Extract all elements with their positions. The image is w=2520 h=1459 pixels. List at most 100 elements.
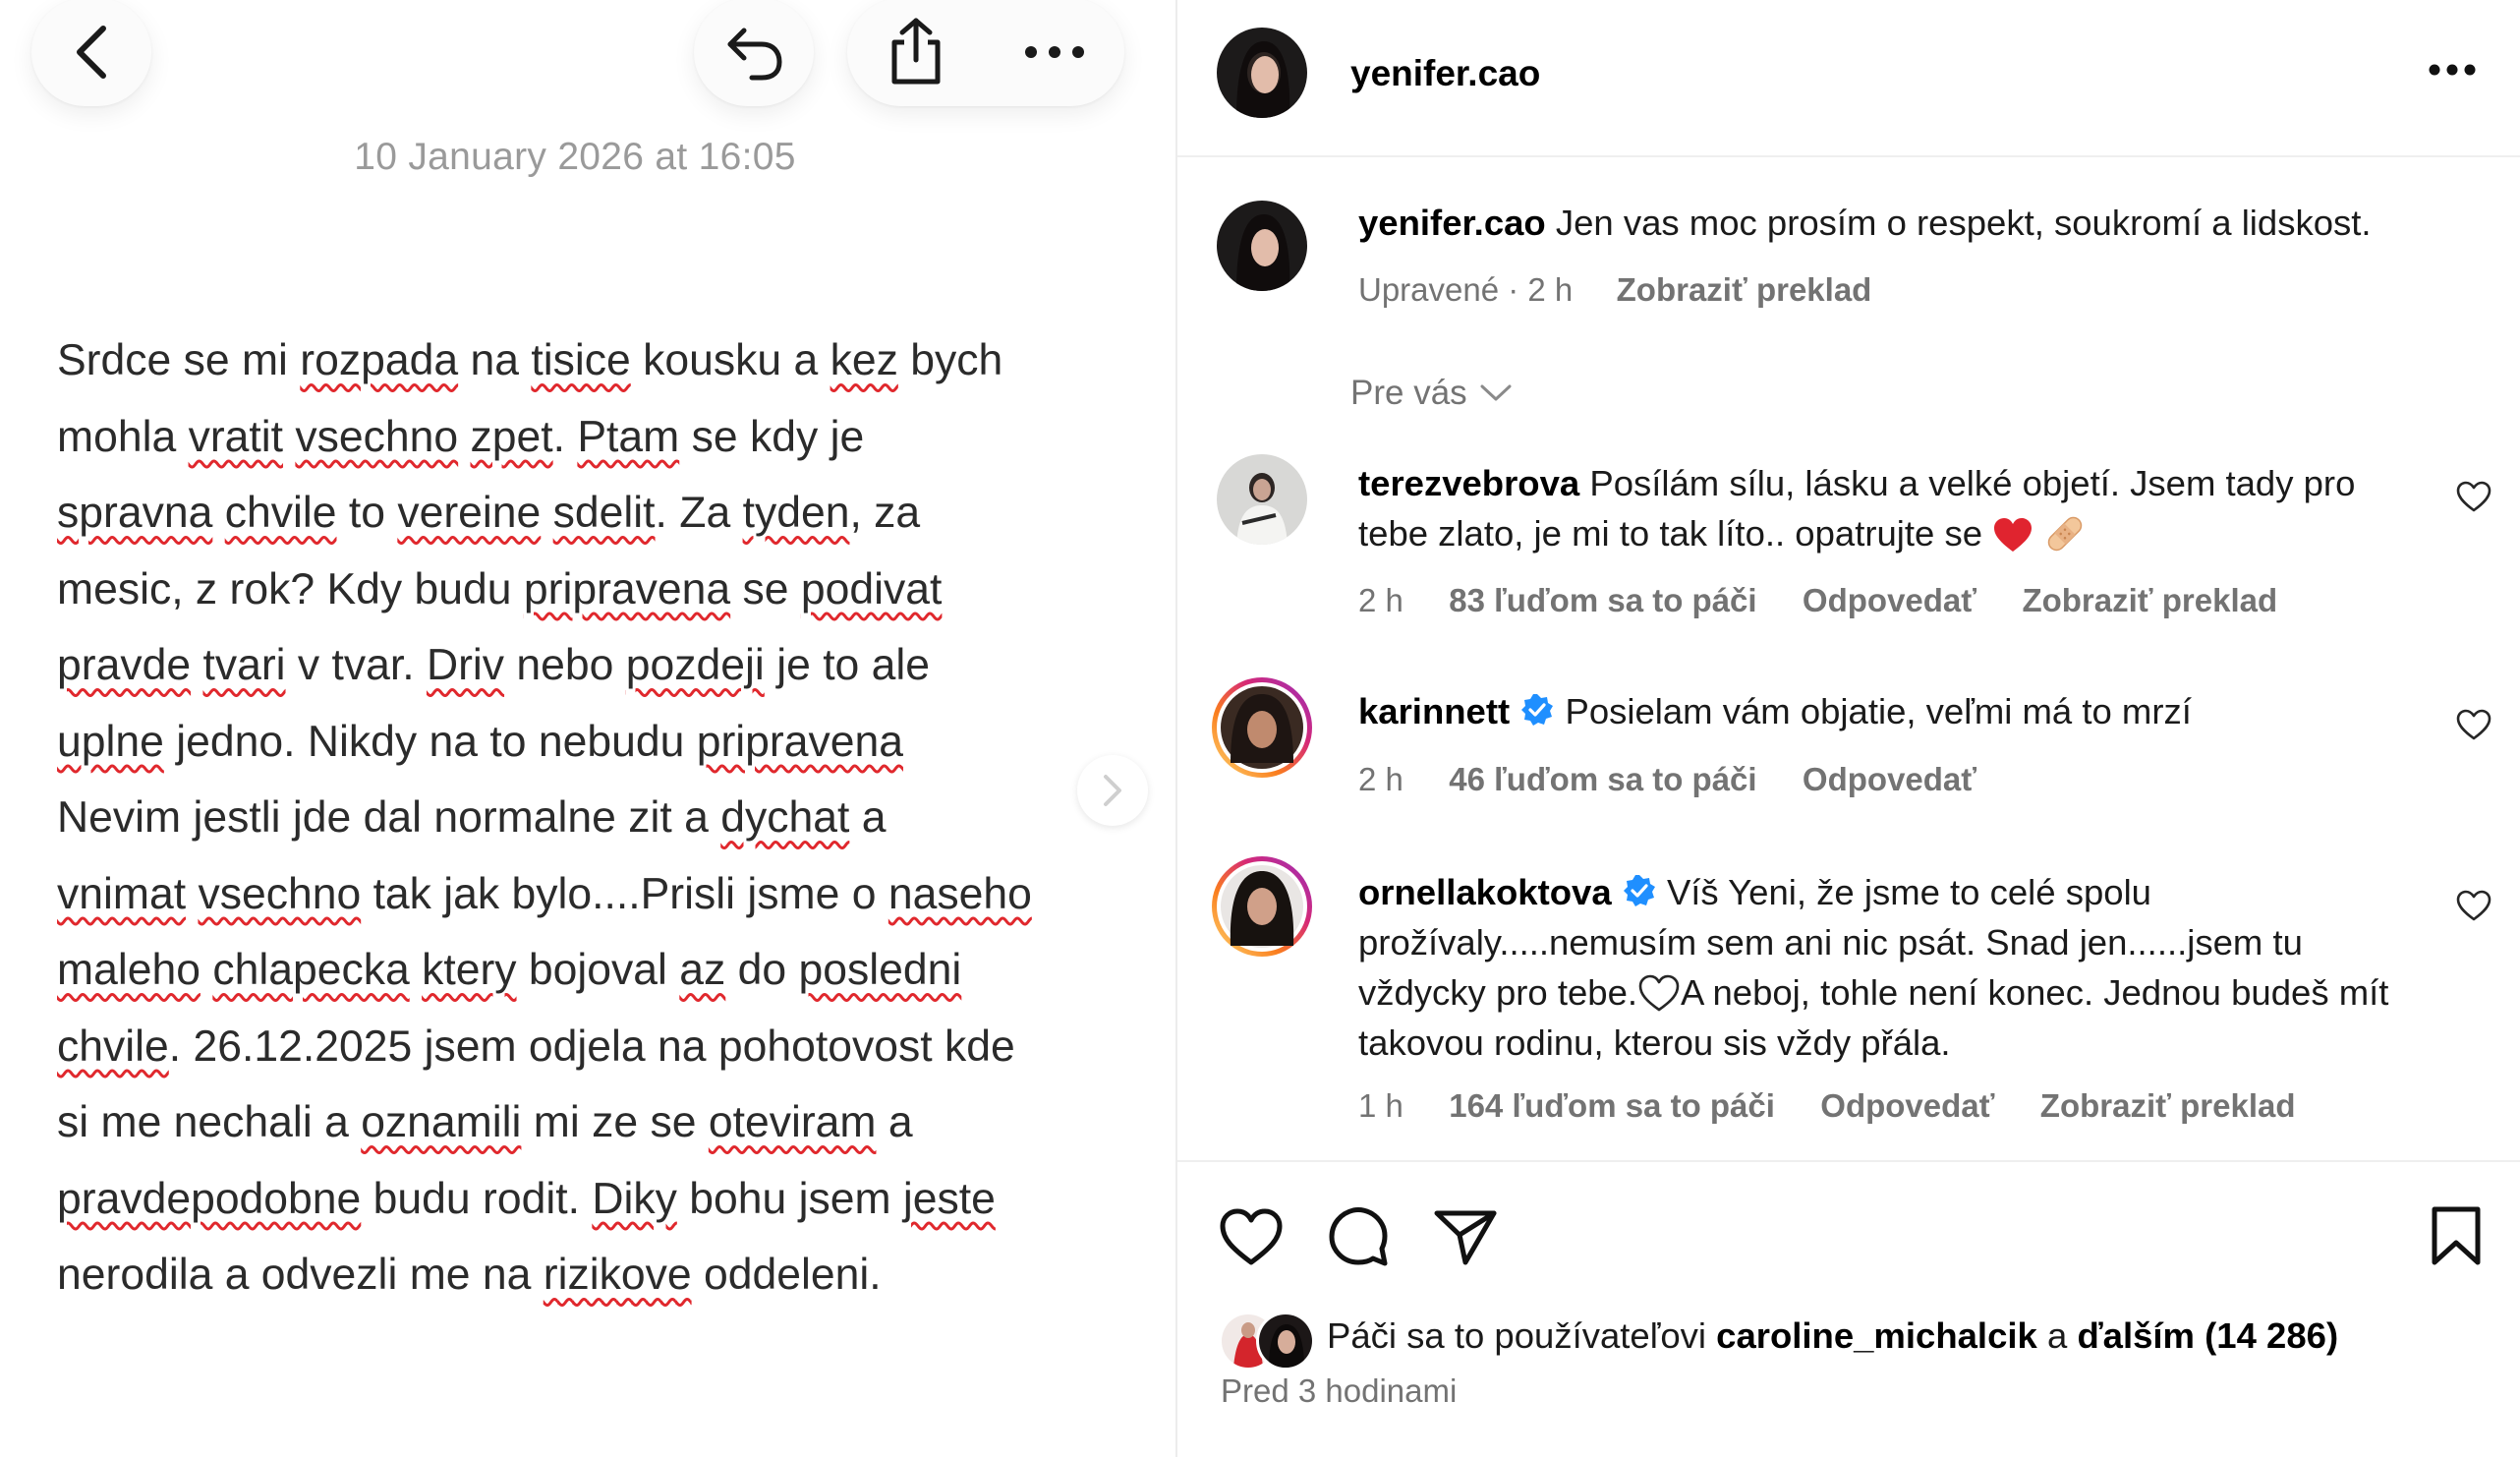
misspelled-word[interactable]: jeste	[903, 1175, 996, 1223]
comment-time: 1 h	[1358, 1087, 1403, 1124]
misspelled-word[interactable]: oznamili	[361, 1098, 521, 1146]
comment-like-icon[interactable]	[2455, 708, 2492, 741]
post-time: Pred 3 hodinami	[1221, 1372, 1458, 1409]
instagram-post-panel: yenifer.cao yenifer.cao Jen vas moc pros…	[1177, 0, 2520, 1457]
note-text: bojoval	[516, 946, 680, 994]
note-line: nerodila a odvezli me na rizikove oddele…	[57, 1237, 1118, 1313]
note-text: se kdy je	[679, 412, 865, 461]
note-text	[200, 946, 212, 994]
misspelled-word[interactable]: spravna	[57, 489, 212, 537]
misspelled-word[interactable]: kez	[830, 336, 898, 384]
comment-reply-button[interactable]: Odpovedať	[1803, 761, 1976, 797]
misspelled-word[interactable]: vratit	[189, 413, 283, 461]
caption-username[interactable]: yenifer.cao	[1358, 203, 1546, 243]
note-text: nerodila a odvezli me na	[57, 1251, 544, 1299]
more-icon	[2429, 64, 2476, 76]
comment-text: Posielam vám objatie, veľmi má to mrzí	[1565, 691, 2192, 731]
comment-translate-link[interactable]: Zobraziť preklad	[2040, 1087, 2296, 1124]
misspelled-word[interactable]: Ptam	[577, 413, 679, 461]
misspelled-word[interactable]: pripravena	[524, 565, 730, 613]
misspelled-word[interactable]: ktery	[422, 946, 516, 994]
post-author[interactable]: yenifer.cao	[1350, 53, 1540, 94]
note-toolbar	[847, 0, 1124, 106]
misspelled-word[interactable]: tyden	[743, 489, 850, 537]
avatar[interactable]	[1217, 454, 1307, 545]
misspelled-word[interactable]: sdelit	[553, 489, 656, 537]
misspelled-word[interactable]: az	[679, 946, 725, 994]
misspelled-word[interactable]: pripravena	[697, 718, 903, 766]
misspelled-word[interactable]: vsechno	[295, 413, 458, 461]
note-text	[283, 413, 295, 461]
misspelled-word[interactable]: tisice	[531, 336, 630, 384]
misspelled-word[interactable]: chvile	[57, 1022, 169, 1071]
note-body[interactable]: Srdce se mi rozpada na tisice kousku a k…	[57, 322, 1118, 1313]
note-text: si me nechali a	[57, 1098, 362, 1146]
caption-avatar[interactable]	[1217, 201, 1307, 291]
misspelled-word[interactable]: pravde	[57, 641, 191, 689]
comment-like-icon[interactable]	[2455, 889, 2492, 922]
story-avatar[interactable]	[1209, 853, 1315, 960]
misspelled-word[interactable]: pozdeji	[626, 641, 765, 689]
misspelled-word[interactable]: uplne	[57, 718, 164, 766]
misspelled-word[interactable]: Driv	[427, 641, 504, 689]
comment-filter-dropdown[interactable]: Pre vás	[1350, 374, 1513, 413]
comment-username[interactable]: terezvebrova	[1358, 463, 1579, 503]
liked-by-and: a	[2046, 1315, 2068, 1356]
note-line: mohla vratit vsechno zpet. Ptam se kdy j…	[57, 399, 1118, 476]
misspelled-word[interactable]: vsechno	[198, 870, 361, 918]
next-arrow-button[interactable]	[1077, 755, 1148, 826]
comment-reply-button[interactable]: Odpovedať	[1820, 1087, 1994, 1124]
note-text	[410, 946, 422, 994]
misspelled-word[interactable]: rizikove	[544, 1251, 692, 1299]
note-line: Nevim jestli jde dal normalne zit a dych…	[57, 780, 1118, 856]
note-text: mi ze se	[521, 1098, 709, 1146]
misspelled-word[interactable]: Diky	[592, 1175, 677, 1223]
story-avatar[interactable]	[1209, 674, 1315, 781]
misspelled-word[interactable]: chlapecka	[212, 946, 409, 994]
liked-by-others[interactable]: ďalším (14 286)	[2077, 1315, 2338, 1356]
avatar[interactable]	[1217, 28, 1307, 118]
misspelled-word[interactable]: pravdepodobne	[57, 1175, 361, 1223]
more-options-button[interactable]	[1023, 44, 1086, 60]
misspelled-word[interactable]: maleho	[57, 946, 200, 994]
comment-translate-link[interactable]: Zobraziť preklad	[2022, 582, 2277, 618]
undo-button[interactable]	[694, 0, 814, 106]
post-header: yenifer.cao	[1177, 0, 2520, 157]
caption-translate-link[interactable]: Zobraziť preklad	[1617, 271, 1872, 308]
comment-likes[interactable]: 83 ľuďom sa to páči	[1449, 582, 1756, 618]
misspelled-word[interactable]: tvari	[202, 641, 285, 689]
share-button[interactable]	[887, 17, 945, 88]
back-button[interactable]	[31, 0, 151, 106]
comment-like-icon[interactable]	[2455, 480, 2492, 513]
comment-body: terezvebrova Posílám sílu, lásku a velké…	[1358, 458, 2400, 558]
like-icon[interactable]	[1219, 1207, 1284, 1266]
comment-likes[interactable]: 46 ľuďom sa to páči	[1449, 761, 1756, 797]
comment-username[interactable]: ornellakoktova	[1358, 872, 1612, 912]
misspelled-word[interactable]: posledni	[799, 946, 962, 994]
misspelled-word[interactable]: vereine	[397, 489, 541, 537]
misspelled-word[interactable]: vnimat	[57, 870, 186, 918]
share-icon[interactable]	[1433, 1207, 1498, 1266]
misspelled-word[interactable]: zpet	[471, 413, 553, 461]
chevron-down-icon	[1480, 384, 1512, 401]
misspelled-word[interactable]: podivat	[801, 565, 943, 613]
misspelled-word[interactable]: naseho	[888, 870, 1032, 918]
note-line: si me nechali a oznamili mi ze se otevir…	[57, 1084, 1118, 1161]
comment-username[interactable]: karinnett	[1358, 691, 1510, 731]
note-text: bych	[897, 336, 1003, 384]
misspelled-word[interactable]: chvile	[225, 489, 337, 537]
white-heart-emoji-icon	[1638, 974, 1680, 1012]
comment-likes[interactable]: 164 ľuďom sa to páči	[1449, 1087, 1775, 1124]
post-options-button[interactable]	[2428, 63, 2477, 82]
misspelled-word[interactable]: dychat	[720, 793, 849, 842]
misspelled-word[interactable]: oteviram	[709, 1098, 877, 1146]
note-text	[541, 489, 552, 537]
save-icon[interactable]	[2430, 1205, 2483, 1268]
liked-by-user[interactable]: caroline_michalcik	[1716, 1315, 2037, 1356]
misspelled-word[interactable]: rozpada	[300, 336, 458, 384]
note-text: , za	[849, 489, 921, 537]
note-text: a	[849, 793, 887, 842]
comment-icon[interactable]	[1327, 1205, 1390, 1268]
note-line: uplne jedno. Nikdy na to nebudu priprave…	[57, 704, 1118, 781]
comment-reply-button[interactable]: Odpovedať	[1803, 582, 1976, 618]
